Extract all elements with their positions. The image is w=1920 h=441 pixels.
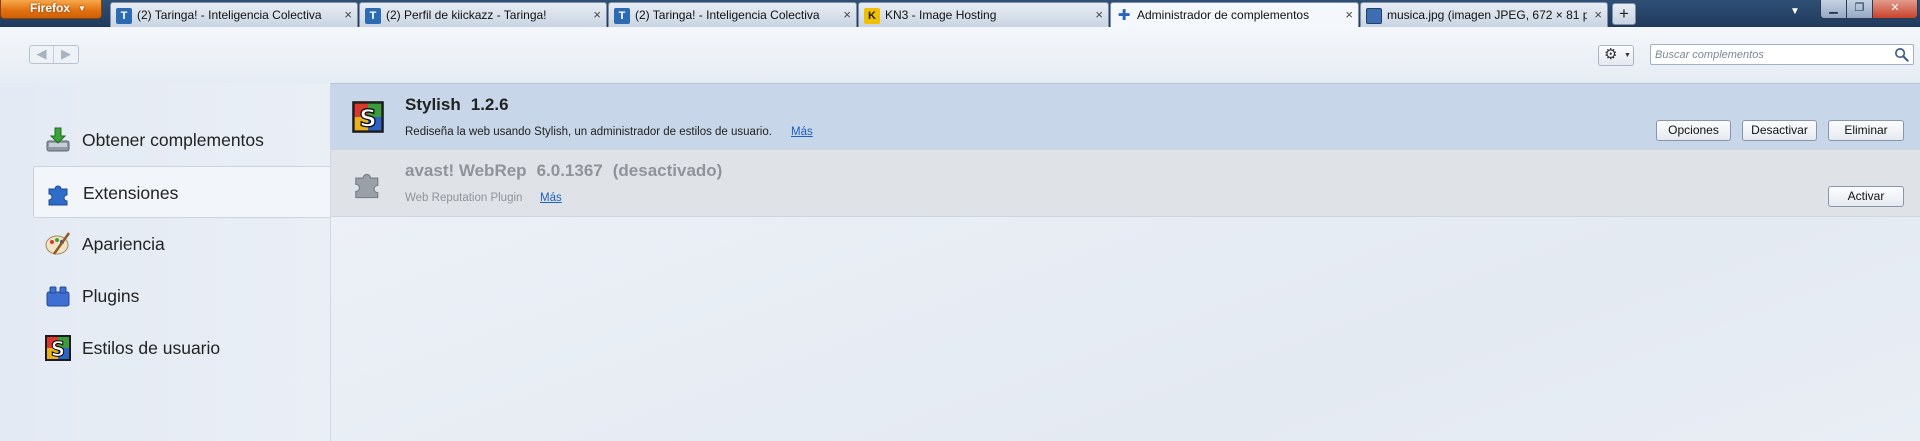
sidebar-item-label: Plugins [82,286,140,306]
tab-label: (2) Taringa! - Inteligencia Colectiva [635,8,820,22]
puzzle-icon [48,185,68,206]
close-icon[interactable]: × [1594,3,1602,27]
tab-musica-jpg[interactable]: musica.jpg (imagen JPEG, 672 × 81 pí... … [1360,2,1608,27]
sidebar-item-label: Apariencia [82,234,165,254]
addon-title: Stylish [405,95,461,114]
addon-version: 6.0.1367 [536,161,603,180]
disable-button[interactable]: Desactivar [1742,120,1817,141]
search-input[interactable] [1651,45,1881,65]
addons-toolbar: ◀ ▶ ⚙ ▼ [0,27,1920,83]
enable-button[interactable]: Activar [1828,186,1904,207]
sidebar-item-label: Estilos de usuario [82,338,221,358]
tab-list-chevron-icon[interactable]: ▼ [1790,6,1800,17]
sidebar-item-get-addons[interactable]: Obtener complementos [33,114,331,166]
sidebar-item-user-styles[interactable]: S Estilos de usuario [33,322,331,374]
navigation-buttons: ◀ ▶ [29,45,79,64]
close-icon[interactable]: × [1095,3,1103,27]
tab-kn3-image-hosting[interactable]: K KN3 - Image Hosting × [858,2,1109,27]
tab-perfil-kiickazz[interactable]: T (2) Perfil de kiickazz - Taringa! × [359,2,607,27]
tab-label: Administrador de complementos [1137,8,1310,22]
svg-text:S: S [51,337,65,361]
taringa-icon: T [116,8,132,24]
addon-title: avast! WebRep [405,161,527,180]
search-icon[interactable] [1894,47,1909,62]
addon-description: Rediseña la web usando Stylish, un admin… [405,126,772,138]
tab-label: KN3 - Image Hosting [885,8,997,22]
tab-taringa-2[interactable]: T (2) Taringa! - Inteligencia Colectiva … [608,2,857,27]
stylish-icon: S [352,101,384,133]
more-link[interactable]: Más [540,192,562,204]
addon-item-stylish[interactable]: S Stylish 1.2.6 Rediseña la web usando St… [331,83,1920,150]
taringa-icon: T [365,8,381,24]
addon-version: 1.2.6 [470,95,509,114]
chevron-down-icon: ▼ [78,4,86,13]
tab-addons-manager[interactable]: ✚ Administrador de complementos × [1110,2,1359,27]
search-addons-field[interactable] [1650,44,1914,65]
taringa-icon: T [614,8,630,24]
forward-arrow-icon[interactable]: ▶ [54,46,78,63]
sidebar-item-plugins[interactable]: Plugins [33,270,331,322]
addon-name: Stylish 1.2.6 [405,95,509,115]
plugin-block-icon [46,286,70,307]
download-tray-icon [46,127,70,152]
close-icon[interactable]: × [344,3,352,27]
image-icon [1366,8,1382,24]
kn3-icon: K [864,8,880,24]
minimize-button[interactable]: ▁ [1820,0,1847,19]
close-icon[interactable]: × [843,3,851,27]
close-icon[interactable]: × [1345,3,1353,27]
tab-taringa-1[interactable]: T (2) Taringa! - Inteligencia Colectiva … [110,2,358,27]
addon-name: avast! WebRep 6.0.1367 (desactivado) [405,161,722,181]
new-tab-button[interactable]: + [1612,3,1636,25]
firefox-menu-label: Firefox [30,1,71,15]
gear-icon: ⚙ [1604,46,1618,63]
tools-gear-button[interactable]: ⚙ ▼ [1598,45,1634,66]
close-icon[interactable]: × [593,3,601,27]
tab-label: (2) Perfil de kiickazz - Taringa! [386,8,547,22]
sidebar-item-label: Obtener complementos [82,130,264,150]
puzzle-icon: ✚ [1117,7,1131,24]
chevron-down-icon: ▼ [1624,52,1631,59]
addon-description: Web Reputation Plugin [405,192,523,204]
paintbrush-icon [45,232,71,255]
remove-button[interactable]: Eliminar [1828,120,1904,141]
back-arrow-icon[interactable]: ◀ [30,46,54,63]
options-button[interactable]: Opciones [1656,120,1731,141]
more-link[interactable]: Más [791,126,813,138]
tab-label: musica.jpg (imagen JPEG, 672 × 81 pí... [1387,8,1587,22]
sidebar-item-appearance[interactable]: Apariencia [33,218,331,270]
stylish-icon: S [45,335,71,362]
title-bar: Firefox ▼ T (2) Taringa! - Inteligencia … [0,0,1920,27]
addon-list: S Stylish 1.2.6 Rediseña la web usando St… [330,83,1920,441]
addon-item-avast-webrep[interactable]: avast! WebRep 6.0.1367 (desactivado) Web R… [331,150,1920,217]
sidebar-item-label: Extensiones [83,183,179,203]
tab-label: (2) Taringa! - Inteligencia Colectiva [137,8,322,22]
puzzle-icon [355,173,379,199]
addon-status: (desactivado) [612,161,723,180]
firefox-menu-button[interactable]: Firefox ▼ [0,0,102,19]
category-sidebar: Obtener complementos Extensiones Aparien… [0,83,331,441]
close-window-button[interactable]: ✕ [1872,0,1918,19]
svg-text:S: S [359,104,376,133]
sidebar-item-extensions[interactable]: Extensiones [33,166,331,218]
maximize-button[interactable]: ❐ [1846,0,1873,19]
